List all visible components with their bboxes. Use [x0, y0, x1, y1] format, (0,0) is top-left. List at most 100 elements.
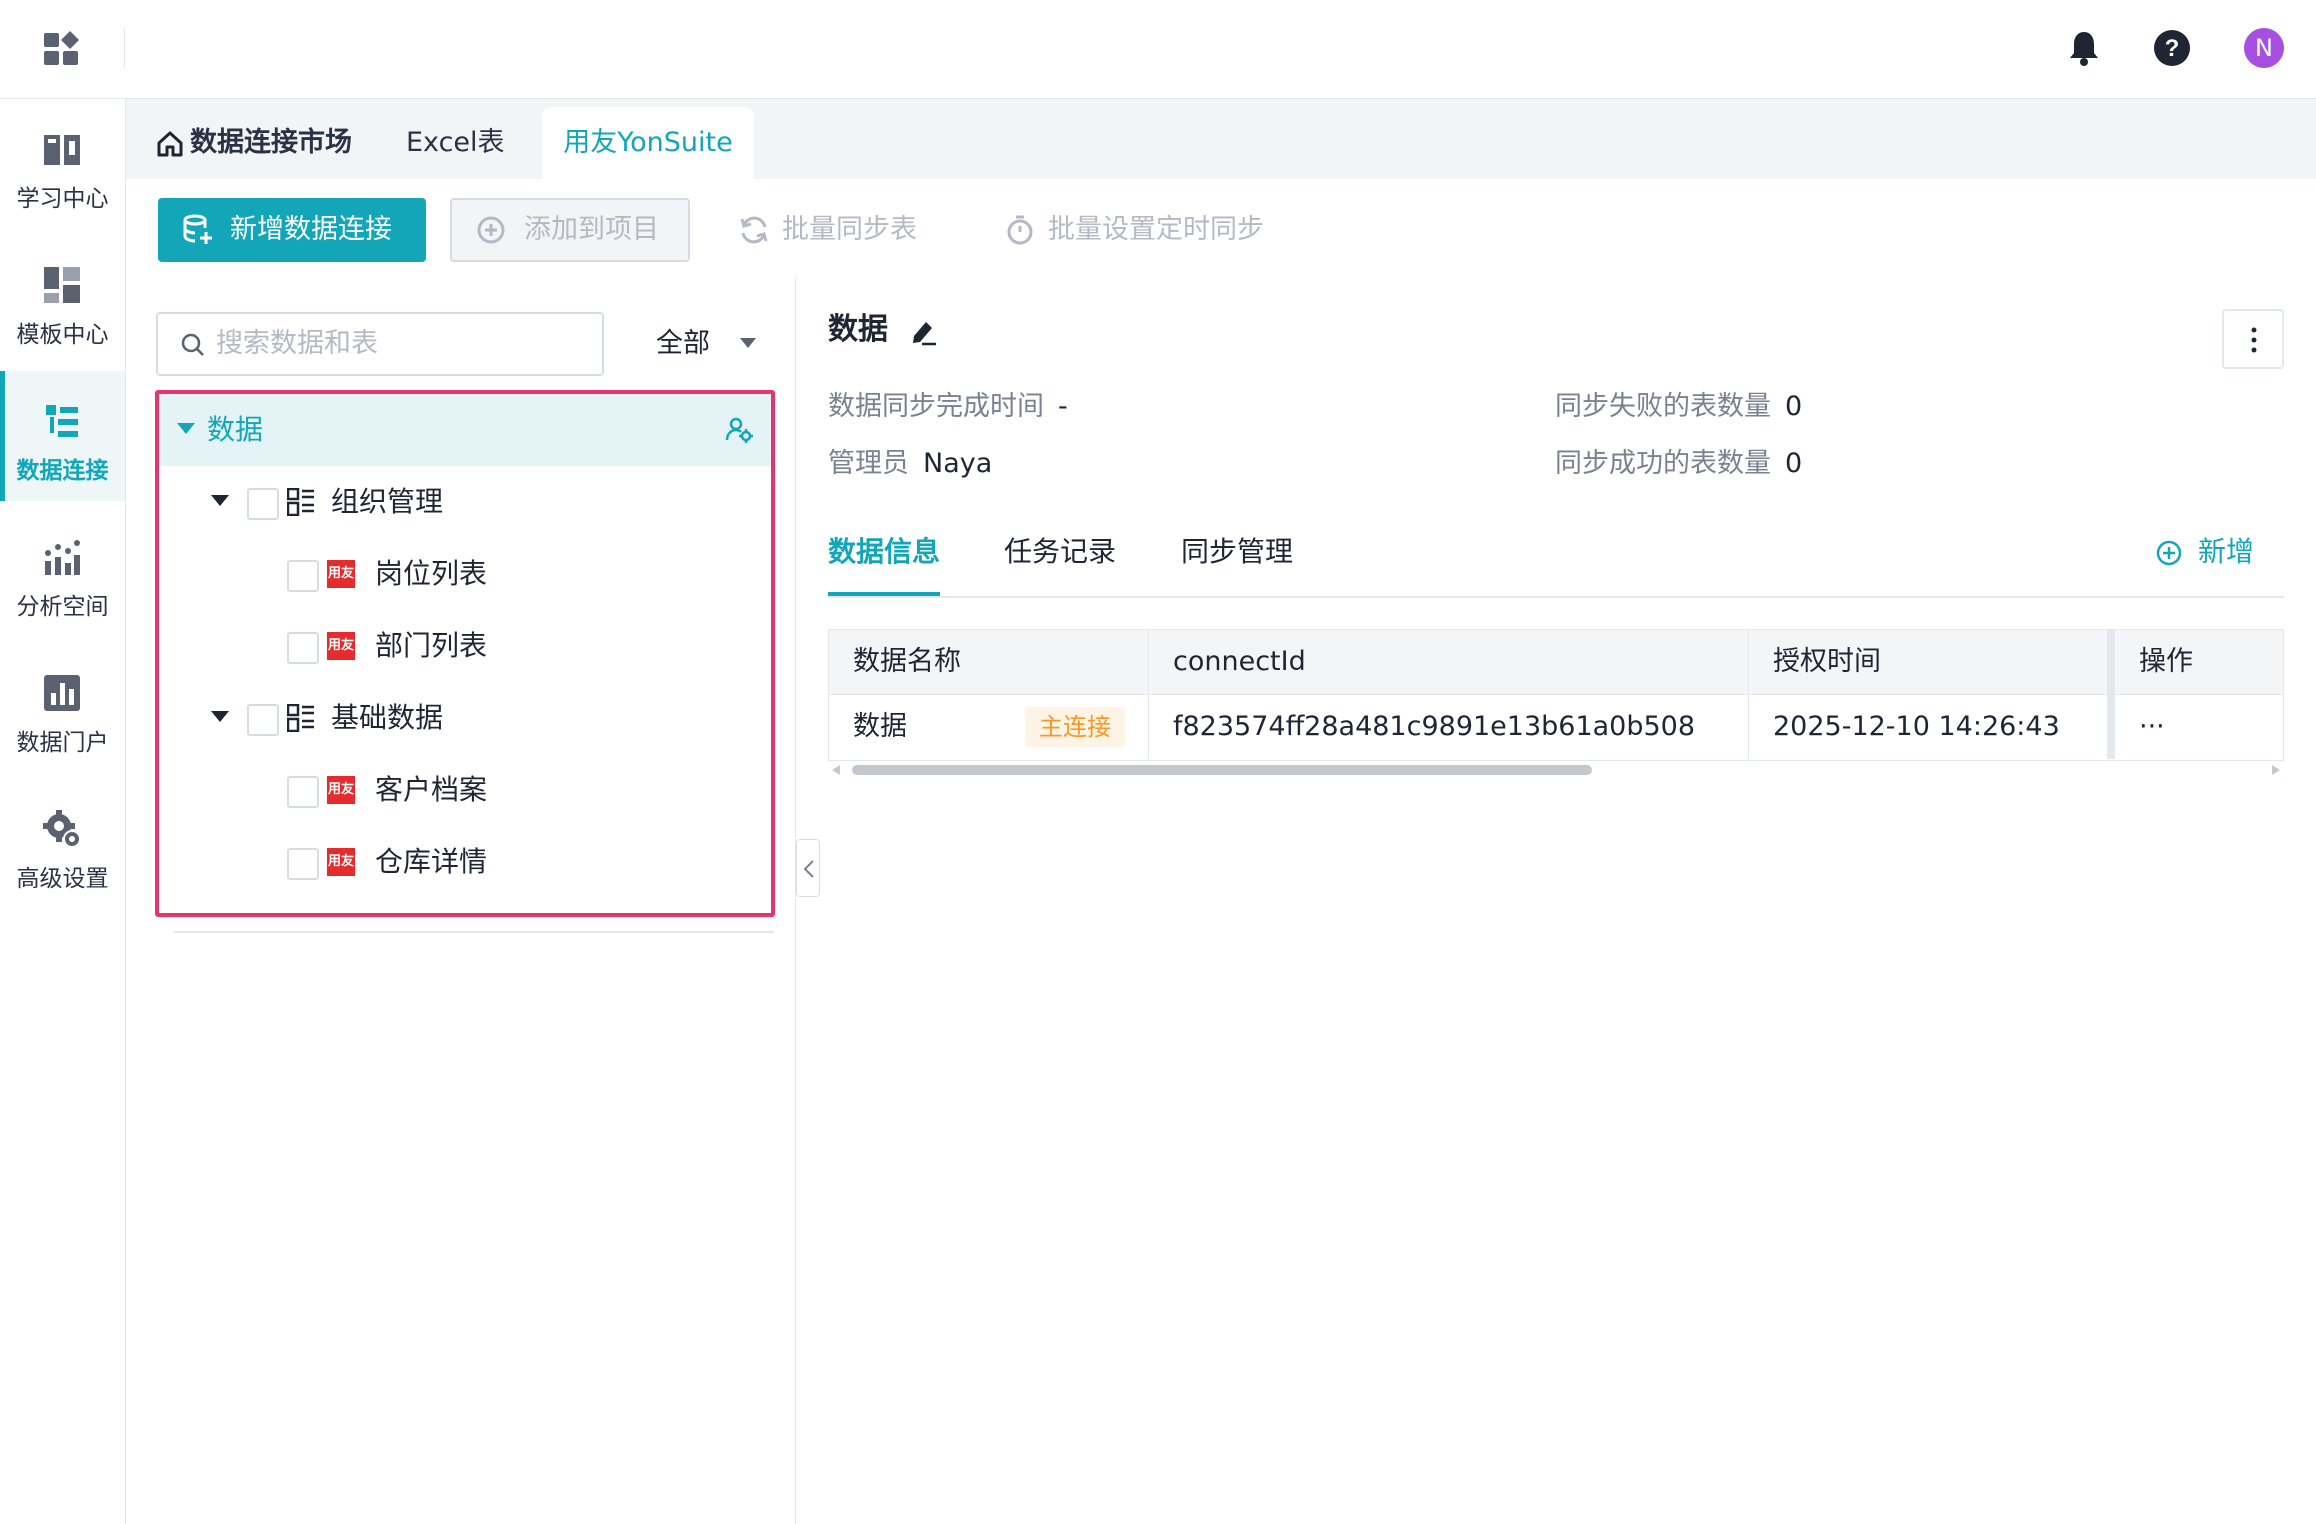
- bell-icon[interactable]: [2064, 28, 2104, 68]
- list-group-icon: [287, 488, 314, 516]
- scrollbar-thumb[interactable]: [852, 765, 1592, 775]
- tree-table-node[interactable]: 用友 仓库详情: [159, 826, 759, 898]
- table-row[interactable]: 数据 主连接 f823574ff28a481c9891e13b61a0b508 …: [828, 695, 2284, 761]
- data-connect-icon: [46, 405, 78, 437]
- yonyou-logo-icon: 用友: [327, 776, 355, 804]
- tab-excel[interactable]: Excel表: [406, 107, 505, 179]
- more-options-button[interactable]: [2222, 309, 2284, 369]
- meta-value: 0: [1785, 391, 1803, 422]
- row-actions-button[interactable]: ···: [2115, 695, 2283, 759]
- tab-label: 数据连接市场: [190, 127, 352, 158]
- button-label: 添加到项目: [524, 214, 659, 245]
- filter-select[interactable]: 全部: [626, 312, 776, 376]
- main-connection-badge: 主连接: [1025, 707, 1125, 747]
- tab-sync-management[interactable]: 同步管理: [1181, 522, 1293, 596]
- checkbox[interactable]: [247, 704, 279, 736]
- tree-group-label: 组织管理: [331, 485, 444, 518]
- meta-value: -: [1058, 391, 1068, 422]
- tree-table-node[interactable]: 用友 部门列表: [159, 610, 759, 682]
- user-settings-icon[interactable]: [725, 416, 753, 444]
- timer-icon: [1007, 215, 1033, 245]
- column-header: connectId: [1149, 630, 1749, 694]
- nav-item-templates[interactable]: 模板中心: [0, 235, 125, 365]
- nav-item-learning[interactable]: 学习中心: [0, 99, 125, 229]
- caret-down-icon[interactable]: [211, 711, 229, 723]
- home-icon: [157, 131, 183, 156]
- nav-label: 模板中心: [16, 322, 109, 348]
- app-grid-icon[interactable]: [44, 31, 80, 67]
- tree-group-node[interactable]: 基础数据: [159, 682, 759, 754]
- avatar[interactable]: N: [2244, 28, 2284, 68]
- gear-icon: [43, 810, 81, 848]
- tree-root-node[interactable]: 数据: [159, 394, 771, 466]
- meta-key: 同步成功的表数量: [1555, 448, 1771, 479]
- yonyou-logo-icon: 用友: [327, 632, 355, 660]
- top-divider: [124, 28, 125, 68]
- nav-item-settings[interactable]: 高级设置: [0, 779, 125, 909]
- tree-table-label: 客户档案: [375, 773, 488, 806]
- edit-icon[interactable]: [908, 316, 938, 346]
- toolbar: 新增数据连接 添加到项目 批量同步表 批量设置定时同步: [126, 179, 2316, 277]
- more-vertical-icon: [2251, 327, 2257, 353]
- sync-time-meta: 数据同步完成时间 -: [828, 387, 1068, 427]
- help-icon[interactable]: ?: [2152, 28, 2192, 68]
- database-add-icon: [183, 214, 212, 244]
- cell-auth-time: 2025-12-10 14:26:43: [1749, 695, 2115, 759]
- tab-market-home[interactable]: 数据连接市场: [156, 107, 352, 179]
- button-label: 新增数据连接: [230, 214, 392, 245]
- checkbox[interactable]: [247, 488, 279, 520]
- checkbox[interactable]: [287, 776, 319, 808]
- table-header: 数据名称 connectId 授权时间 操作: [828, 629, 2284, 695]
- tree-group-node[interactable]: 组织管理: [159, 466, 759, 538]
- collapse-panel-handle[interactable]: [796, 839, 820, 897]
- add-to-project-button[interactable]: 添加到项目: [450, 198, 690, 262]
- tree-table-node[interactable]: 用友 岗位列表: [159, 538, 759, 610]
- search-input[interactable]: 搜索数据和表: [156, 312, 604, 376]
- horizontal-scrollbar[interactable]: [828, 761, 2284, 779]
- book-icon: [44, 135, 80, 165]
- scroll-right-icon[interactable]: [2272, 765, 2280, 775]
- portal-icon: [44, 675, 80, 711]
- data-tree-panel: 搜索数据和表 全部 数据 组织管理 用友 岗位列表 用友 部门列表 基础数据 用…: [126, 277, 796, 1524]
- plus-circle-icon: [2156, 540, 2182, 566]
- detail-title: 数据: [828, 302, 938, 358]
- nav-label: 分析空间: [16, 594, 109, 620]
- content-area: 搜索数据和表 全部 数据 组织管理 用友 岗位列表 用友 部门列表 基础数据 用…: [126, 277, 2316, 1524]
- admin-meta: 管理员 Naya: [828, 444, 992, 484]
- svg-text:?: ?: [2165, 35, 2180, 62]
- analysis-icon: [45, 540, 80, 575]
- nav-label: 学习中心: [16, 186, 109, 212]
- tab-task-records[interactable]: 任务记录: [1004, 522, 1116, 596]
- nav-label: 高级设置: [16, 866, 109, 892]
- meta-value: Naya: [923, 448, 993, 479]
- nav-item-analysis[interactable]: 分析空间: [0, 507, 125, 637]
- top-bar: ? N: [0, 0, 2316, 99]
- meta-key: 数据同步完成时间: [828, 391, 1044, 422]
- tree-table-node[interactable]: 用友 客户档案: [159, 754, 759, 826]
- add-button[interactable]: 新增: [2156, 522, 2254, 582]
- tab-bar: 数据连接市场 Excel表 用友YonSuite: [126, 99, 2316, 179]
- search-icon: [181, 333, 204, 356]
- yonyou-logo-icon: 用友: [327, 848, 355, 876]
- nav-item-data-connect[interactable]: 数据连接: [0, 371, 125, 501]
- checkbox[interactable]: [287, 632, 319, 664]
- data-name-text: 数据: [853, 711, 907, 742]
- caret-down-icon[interactable]: [211, 495, 229, 507]
- divider: [174, 931, 774, 933]
- checkbox[interactable]: [287, 560, 319, 592]
- tab-data-info[interactable]: 数据信息: [828, 522, 941, 596]
- failed-count-meta: 同步失败的表数量 0: [1555, 387, 1802, 427]
- template-icon: [44, 267, 80, 303]
- tab-yonsuite[interactable]: 用友YonSuite: [542, 107, 754, 179]
- nav-item-portal[interactable]: 数据门户: [0, 643, 125, 773]
- new-connection-button[interactable]: 新增数据连接: [158, 198, 426, 262]
- cell-connect-id: f823574ff28a481c9891e13b61a0b508: [1149, 695, 1749, 759]
- cell-name: 数据 主连接: [829, 695, 1149, 759]
- batch-sync-button[interactable]: 批量同步表: [738, 198, 917, 262]
- chevron-left-icon: [803, 860, 814, 878]
- meta-key: 同步失败的表数量: [1555, 391, 1771, 422]
- batch-schedule-button[interactable]: 批量设置定时同步: [1004, 198, 1264, 262]
- caret-down-icon[interactable]: [177, 423, 195, 435]
- scroll-left-icon[interactable]: [832, 765, 840, 775]
- checkbox[interactable]: [287, 848, 319, 880]
